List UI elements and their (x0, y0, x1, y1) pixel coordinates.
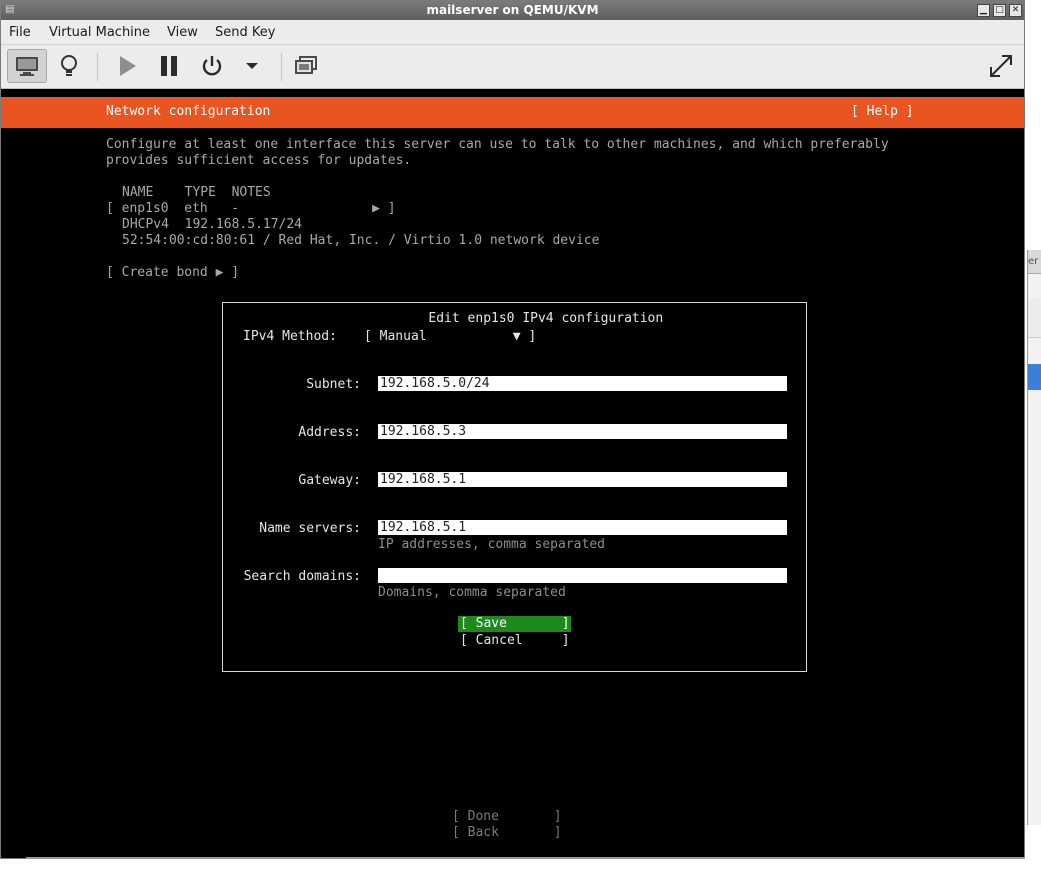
window-title: mailserver on QEMU/KVM (426, 3, 599, 17)
gateway-label: Gateway: (298, 473, 361, 488)
address-input[interactable]: 192.168.5.3 (378, 424, 787, 439)
address-label: Address: (298, 425, 361, 440)
save-button[interactable]: [ Save ] (458, 616, 571, 632)
pause-icon (161, 56, 177, 76)
installer-title: Network configuration (106, 104, 271, 119)
description-line: provides sufficient access for updates. (106, 153, 412, 168)
ipv4-method-select[interactable]: [ Manual ▼ ] (364, 329, 536, 345)
done-button[interactable]: [ Done ] (452, 809, 562, 825)
menu-send-key[interactable]: Send Key (215, 25, 275, 40)
name-servers-hint: IP addresses, comma separated (378, 537, 605, 552)
back-button[interactable]: [ Back ] (452, 825, 562, 841)
screenshot-icon (295, 56, 317, 74)
search-domains-hint: Domains, comma separated (378, 585, 566, 600)
search-domains-label: Search domains: (243, 569, 361, 584)
vm-console-display[interactable]: Network configuration [ Help ] Configure… (1, 89, 1024, 858)
menu-file[interactable]: File (9, 25, 31, 40)
vm-viewer-window: ▤ mailserver on QEMU/KVM ▁ □ ✕ File Virt… (0, 0, 1025, 859)
background-window-title: er (1028, 250, 1041, 274)
details-view-button[interactable] (49, 49, 89, 83)
description-line: Configure at least one interface this se… (106, 137, 889, 152)
gateway-input[interactable]: 192.168.5.1 (378, 472, 787, 487)
console-view-button[interactable] (7, 49, 47, 83)
toolbar-separator (97, 53, 98, 81)
close-button[interactable]: ✕ (1009, 4, 1022, 17)
toolbar (1, 45, 1024, 89)
interfaces-table-header: NAME TYPE NOTES (122, 185, 271, 200)
titlebar[interactable]: ▤ mailserver on QEMU/KVM ▁ □ ✕ (1, 1, 1024, 20)
fullscreen-button[interactable] (981, 49, 1021, 83)
pause-button[interactable] (149, 49, 189, 83)
minimize-button[interactable]: ▁ (977, 4, 990, 17)
toolbar-separator (281, 53, 282, 81)
cancel-button[interactable]: [ Cancel ] (460, 633, 570, 649)
background-window[interactable]: er (1027, 250, 1041, 825)
play-icon (120, 56, 136, 76)
interface-dhcp-address: DHCPv4 192.168.5.17/24 (122, 217, 303, 232)
menu-virtual-machine[interactable]: Virtual Machine (49, 25, 150, 40)
chevron-down-icon (246, 63, 258, 69)
fullscreen-icon (990, 55, 1012, 77)
run-button[interactable] (107, 49, 147, 83)
name-servers-input[interactable]: 192.168.5.1 (378, 520, 787, 535)
menu-view[interactable]: View (167, 25, 198, 40)
interface-row-enp1s0[interactable]: [ enp1s0 eth - ▶ ] (106, 201, 396, 217)
help-button[interactable]: [ Help ] (851, 104, 914, 120)
lightbulb-icon (61, 55, 77, 76)
monitor-icon (16, 57, 38, 76)
maximize-button[interactable]: □ (993, 4, 1006, 17)
power-icon (202, 56, 222, 76)
background-window-selected-row[interactable] (1028, 364, 1041, 390)
menubar: File Virtual Machine View Send Key (1, 20, 1024, 45)
create-bond-button[interactable]: [ Create bond ▶ ] (106, 265, 239, 281)
installer-header: Network configuration [ Help ] (1, 97, 1024, 128)
interface-hardware-info: 52:54:00:cd:80:61 / Red Hat, Inc. / Virt… (122, 233, 600, 248)
search-domains-input[interactable] (378, 568, 787, 583)
background-window-toolbar (1028, 298, 1041, 338)
name-servers-label: Name servers: (259, 521, 361, 536)
shutdown-button[interactable] (192, 49, 232, 83)
dialog-title: Edit enp1s0 IPv4 configuration (421, 311, 671, 326)
snapshots-button[interactable] (286, 49, 326, 83)
subnet-input[interactable]: 192.168.5.0/24 (378, 376, 787, 391)
window-bottom-border (26, 857, 1025, 859)
shutdown-menu-button[interactable] (232, 49, 272, 83)
ipv4-method-label: IPv4 Method: (243, 329, 337, 344)
ipv4-config-dialog: Edit enp1s0 IPv4 configuration IPv4 Meth… (222, 302, 807, 672)
subnet-label: Subnet: (306, 377, 361, 392)
